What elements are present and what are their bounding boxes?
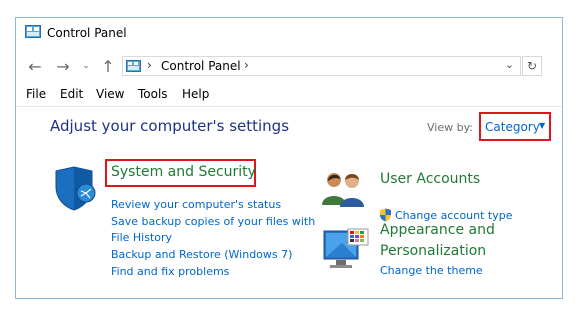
breadcrumb-chevron-icon[interactable]: ›: [147, 58, 152, 72]
shield-icon: [55, 166, 96, 211]
view-by-value[interactable]: Category: [485, 120, 540, 134]
menu-edit[interactable]: Edit: [60, 87, 83, 101]
file-history-link[interactable]: File History: [111, 231, 172, 244]
review-status-link[interactable]: Review your computer's status: [111, 198, 281, 211]
back-button[interactable]: ←: [26, 52, 44, 80]
control-panel-icon: [25, 25, 41, 38]
breadcrumb-control-panel[interactable]: Control Panel: [161, 59, 241, 73]
menu-file[interactable]: File: [26, 87, 46, 101]
breadcrumb-chevron-icon[interactable]: ›: [244, 58, 249, 72]
view-by-label: View by:: [427, 121, 473, 134]
users-icon: [322, 173, 364, 207]
menu-bar: File Edit View Tools Help: [16, 84, 562, 104]
refresh-icon: ↻: [526, 59, 538, 73]
up-button[interactable]: ↑: [100, 52, 116, 80]
title-bar: Control Panel: [16, 18, 562, 50]
user-accounts-link[interactable]: User Accounts: [380, 171, 480, 187]
recent-locations-button[interactable]: ⌄: [80, 52, 92, 80]
control-panel-icon: [126, 60, 141, 72]
appearance-link-line1[interactable]: Appearance and: [380, 222, 495, 238]
arrow-left-icon: ←: [28, 56, 42, 76]
refresh-button[interactable]: ↻: [522, 56, 542, 76]
backup-restore-link[interactable]: Backup and Restore (Windows 7): [111, 248, 292, 261]
menu-help[interactable]: Help: [182, 87, 209, 101]
change-account-type-link[interactable]: Change account type: [395, 209, 513, 222]
uac-shield-icon: [380, 208, 391, 222]
chevron-down-icon: ⌄: [82, 61, 90, 71]
save-backup-link[interactable]: Save backup copies of your files with: [111, 215, 315, 228]
change-theme-link[interactable]: Change the theme: [380, 264, 483, 277]
find-fix-problems-link[interactable]: Find and fix problems: [111, 265, 229, 278]
appearance-link-line2[interactable]: Personalization: [380, 243, 486, 259]
arrow-right-icon: →: [56, 56, 70, 76]
navigation-bar: ← → ⌄ ↑ › Control Panel › ⌄ ↻: [16, 52, 562, 80]
system-security-link[interactable]: System and Security: [111, 164, 256, 180]
menu-view[interactable]: View: [96, 87, 124, 101]
monitor-icon: [323, 228, 369, 268]
arrow-up-icon: ↑: [101, 56, 115, 76]
content-area: Adjust your computer's settings View by:…: [16, 106, 562, 301]
window-title: Control Panel: [47, 26, 127, 40]
address-bar[interactable]: › Control Panel › ⌄: [122, 56, 521, 76]
view-by-dropdown[interactable]: Category ▼: [479, 112, 551, 141]
forward-button[interactable]: →: [54, 52, 72, 80]
dropdown-arrow-icon[interactable]: ▼: [539, 121, 545, 130]
control-panel-window: Control Panel ← → ⌄ ↑ › Control Panel › …: [15, 17, 563, 299]
menu-tools[interactable]: Tools: [138, 87, 168, 101]
page-heading: Adjust your computer's settings: [50, 117, 290, 135]
address-dropdown-icon[interactable]: ⌄: [505, 58, 514, 71]
